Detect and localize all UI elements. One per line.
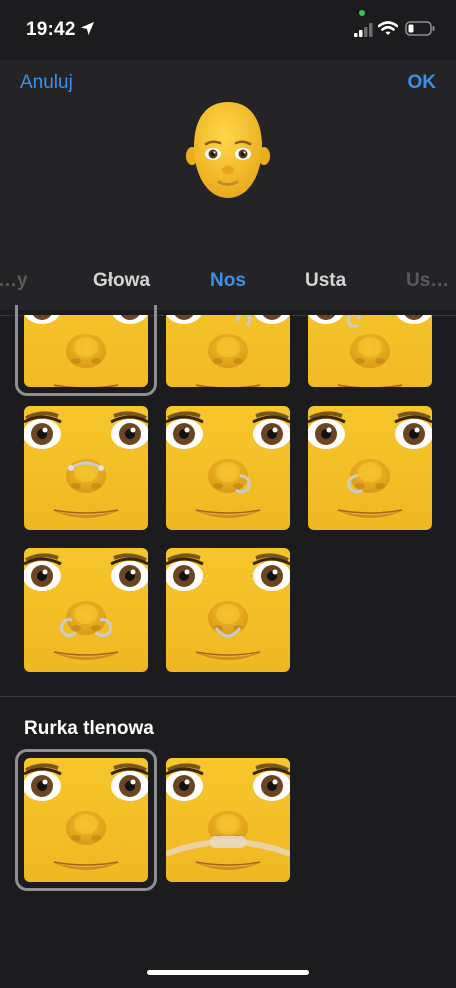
- ok-button[interactable]: OK: [408, 72, 437, 94]
- camera-indicator-dot: [359, 10, 365, 16]
- tab-previous[interactable]: …y: [0, 270, 28, 292]
- tab-ears[interactable]: Us…: [406, 270, 449, 292]
- piercing-option-none[interactable]: [24, 315, 148, 387]
- section-divider: [0, 696, 456, 697]
- tab-mouth[interactable]: Usta: [305, 270, 346, 292]
- tab-nose[interactable]: Nos: [210, 270, 246, 292]
- piercing-option-double-rings[interactable]: [24, 548, 148, 672]
- memoji-preview: [186, 102, 270, 198]
- section-title: Rurka tlenowa: [24, 718, 154, 739]
- oxygen-option-tube[interactable]: [166, 758, 290, 882]
- status-bar: 19:42: [0, 0, 456, 60]
- cancel-button[interactable]: Anuluj: [20, 72, 73, 94]
- location-arrow-icon: [81, 22, 94, 35]
- oxygen-option-none[interactable]: [24, 758, 148, 882]
- piercing-option-right-ring-top[interactable]: [166, 315, 290, 387]
- piercing-option-septum-hoop[interactable]: [166, 548, 290, 672]
- cellular-signal-icon: [354, 23, 373, 37]
- battery-icon: [405, 21, 435, 36]
- piercing-option-left-hoop[interactable]: [308, 406, 432, 530]
- wifi-icon: [378, 21, 398, 35]
- tab-head[interactable]: Głowa: [93, 270, 150, 292]
- clock: 19:42: [26, 19, 76, 40]
- category-tabs: …y Głowa Nos Usta Us…: [0, 262, 456, 302]
- piercing-option-right-hoop[interactable]: [166, 406, 290, 530]
- home-indicator[interactable]: [147, 970, 309, 975]
- piercing-option-septum-ring[interactable]: [24, 406, 148, 530]
- piercing-option-left-ring-top[interactable]: [308, 315, 432, 387]
